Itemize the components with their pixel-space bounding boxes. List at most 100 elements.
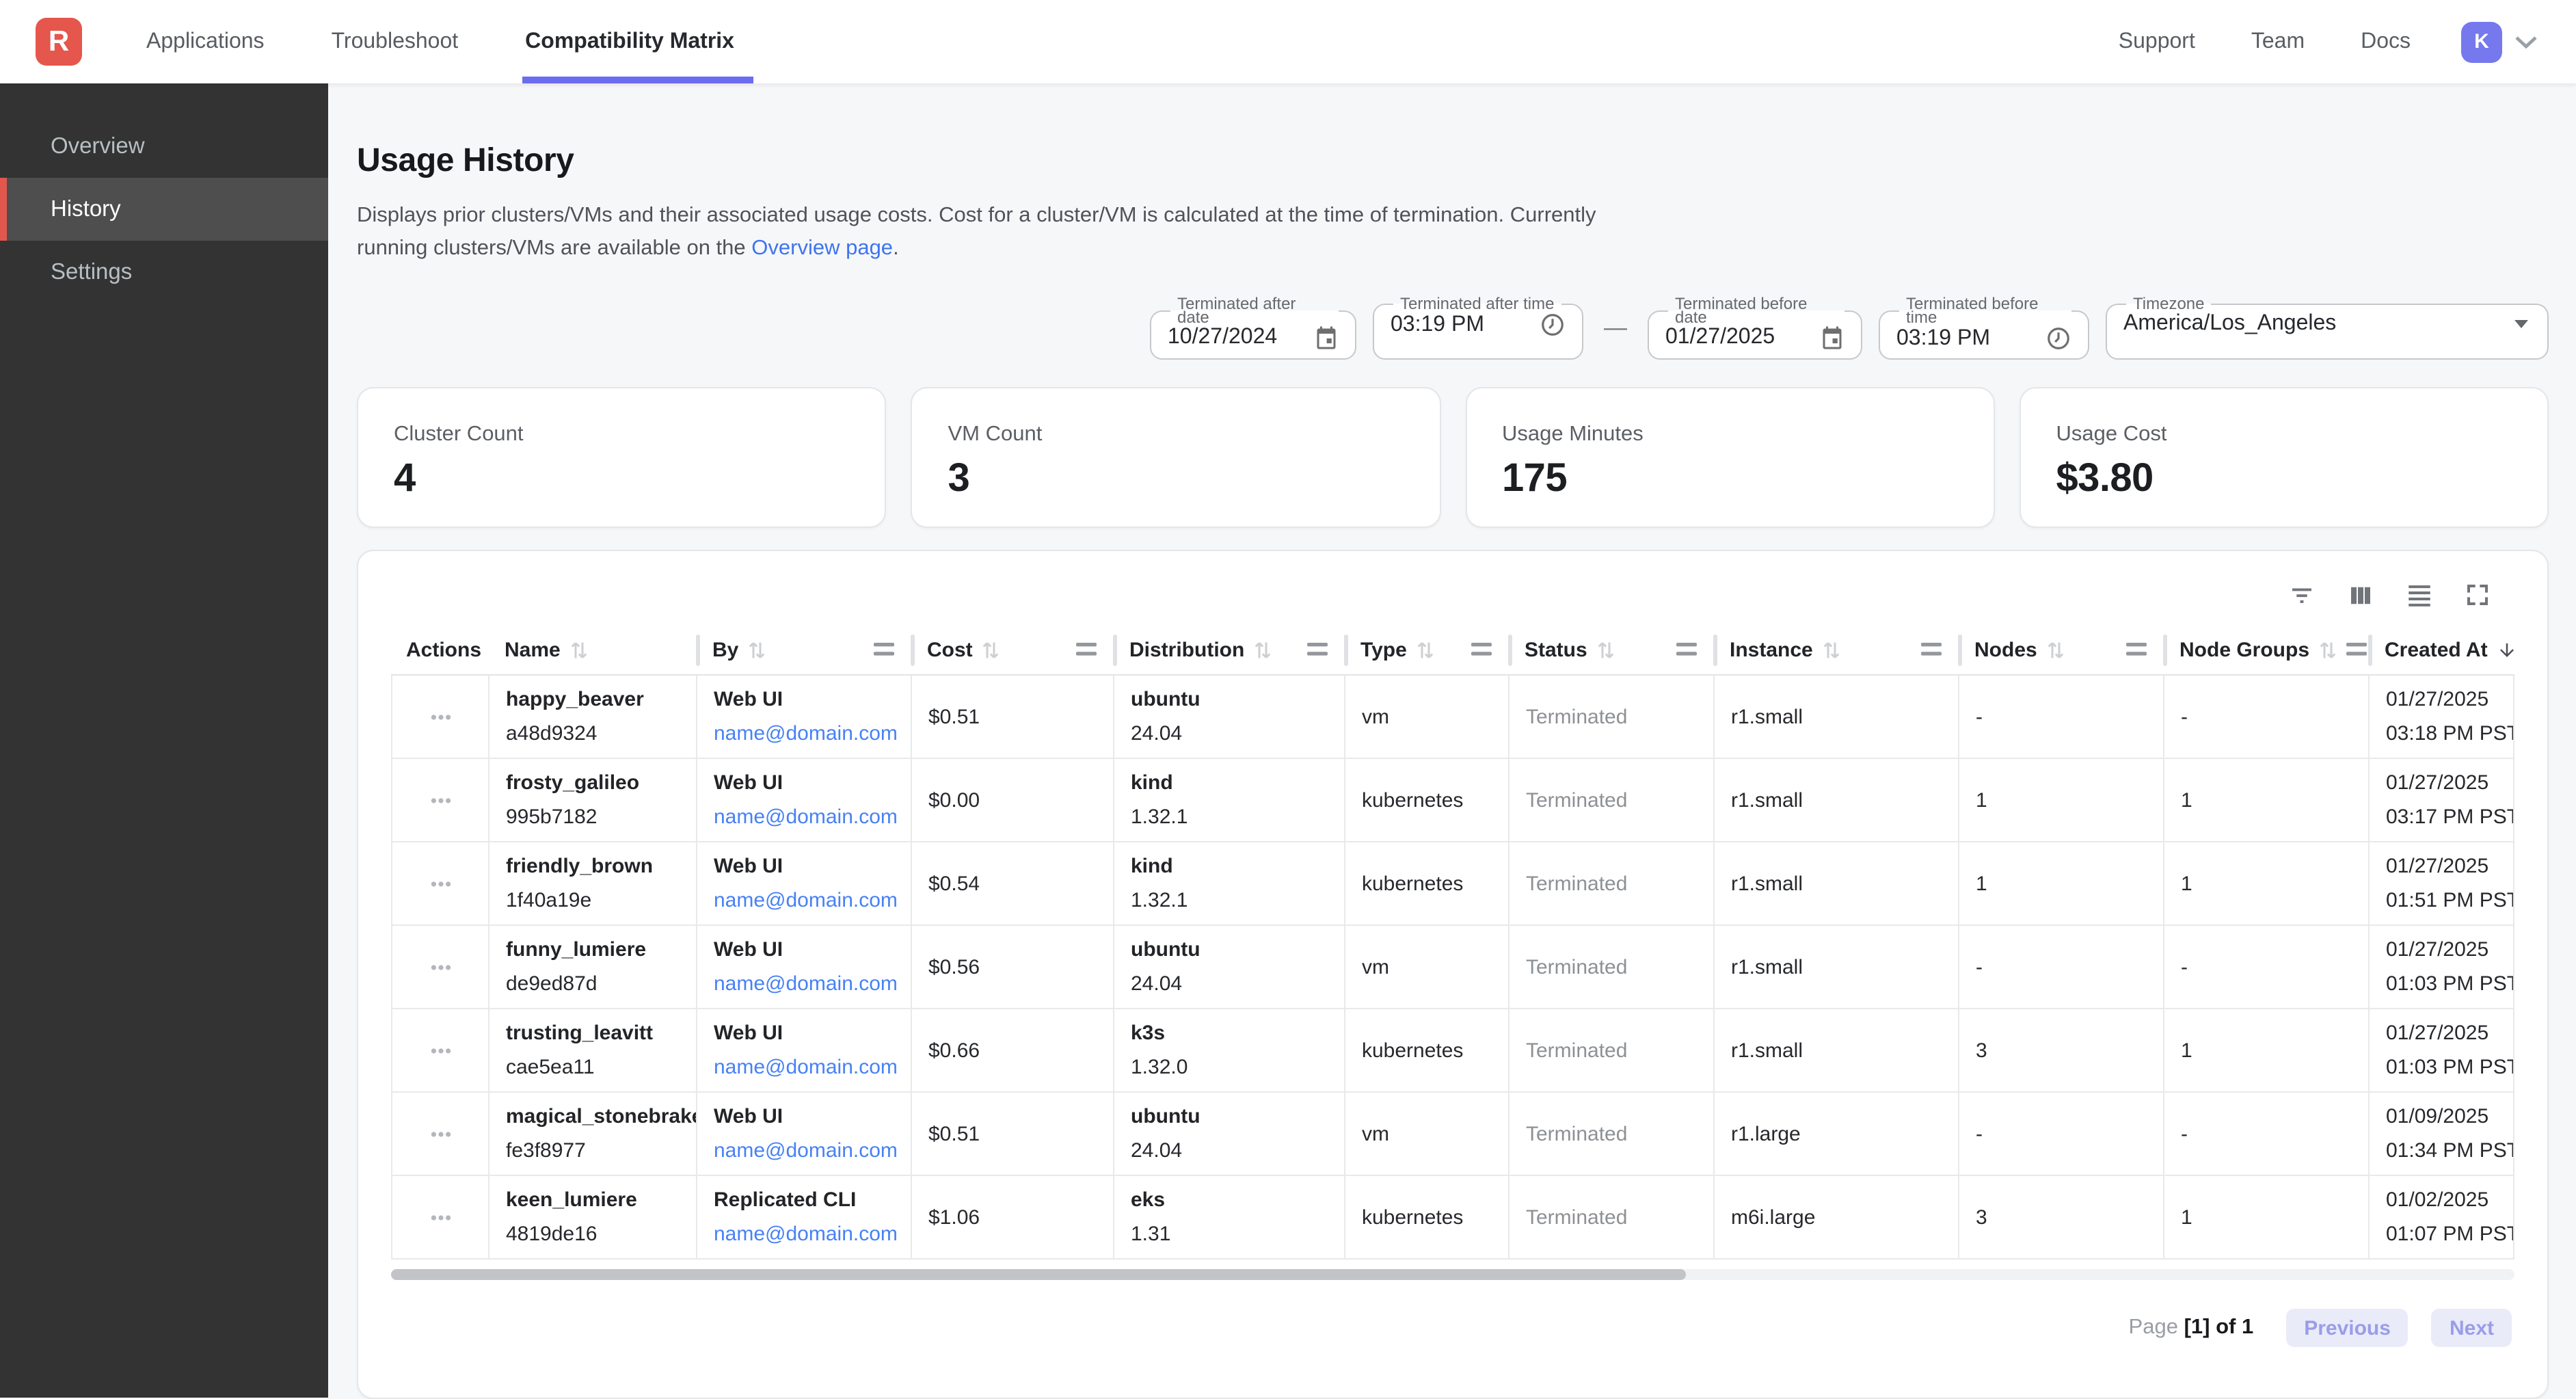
row-actions-button[interactable] — [425, 791, 456, 809]
user-menu[interactable]: K — [2461, 21, 2538, 62]
nav-link-docs[interactable]: Docs — [2361, 29, 2411, 54]
nav-link-team[interactable]: Team — [2251, 29, 2305, 54]
cell-by: Web UIname@domain.com — [697, 676, 912, 758]
column-header-name[interactable]: Name — [489, 625, 697, 674]
filter-label: Terminated before time — [1899, 297, 2071, 324]
column-menu-icon[interactable] — [1471, 643, 1492, 656]
row-actions-button[interactable] — [425, 1041, 456, 1059]
calendar-icon[interactable] — [1314, 325, 1339, 350]
row-actions-button[interactable] — [425, 708, 456, 725]
tab-troubleshoot[interactable]: Troubleshoot — [332, 0, 459, 83]
sidebar-item-overview[interactable]: Overview — [0, 115, 328, 178]
column-menu-icon[interactable] — [1676, 643, 1697, 656]
created-date: 01/27/2025 — [2386, 688, 2497, 711]
density-icon[interactable] — [2405, 580, 2434, 610]
instance-value: r1.small — [1731, 788, 1942, 812]
horizontal-scrollbar[interactable] — [391, 1269, 2514, 1280]
scrollbar-thumb[interactable] — [391, 1269, 1687, 1280]
column-menu-icon[interactable] — [874, 643, 894, 656]
clock-icon[interactable] — [2045, 325, 2071, 351]
avatar[interactable]: K — [2461, 21, 2502, 62]
page-label: Page — [2129, 1316, 2178, 1339]
filter-value[interactable]: 01/27/2025 — [1665, 325, 1775, 350]
filter-terminated-before-time[interactable]: Terminated before time03:19 PM — [1879, 297, 2089, 360]
row-actions-button[interactable] — [425, 1125, 456, 1143]
by-email-link[interactable]: name@domain.com — [714, 1223, 894, 1246]
sort-icon[interactable] — [1417, 639, 1434, 660]
app-logo-icon[interactable]: R — [36, 18, 82, 66]
cell-nodes: 3 — [1959, 1009, 2164, 1091]
column-header-distribution[interactable]: Distribution — [1114, 625, 1345, 674]
by-email-link[interactable]: name@domain.com — [714, 972, 894, 996]
column-header-status[interactable]: Status — [1510, 625, 1715, 674]
sort-icon[interactable] — [2047, 639, 2065, 660]
by-email-link[interactable]: name@domain.com — [714, 889, 894, 912]
sort-icon[interactable] — [748, 639, 766, 660]
sort-icon[interactable] — [1597, 639, 1615, 660]
column-menu-icon[interactable] — [1076, 643, 1097, 656]
cost-value: $0.66 — [928, 1039, 1097, 1062]
by-email-link[interactable]: name@domain.com — [714, 805, 894, 829]
dropdown-arrow-icon[interactable] — [2514, 320, 2531, 328]
filter-icon[interactable] — [2287, 580, 2316, 610]
cell-node-groups: 1 — [2164, 842, 2370, 924]
column-menu-icon[interactable] — [1307, 643, 1328, 656]
column-header-node-groups[interactable]: Node Groups — [2164, 625, 2370, 674]
filter-label: Terminated after time — [1393, 297, 1561, 310]
tab-compatibility-matrix[interactable]: Compatibility Matrix — [525, 0, 734, 83]
column-header-by[interactable]: By — [697, 625, 912, 674]
column-menu-icon[interactable] — [1921, 643, 1942, 656]
column-header-created-at[interactable]: Created At — [2370, 625, 2514, 674]
by-email-link[interactable]: name@domain.com — [714, 1056, 894, 1079]
clock-icon[interactable] — [1540, 312, 1566, 338]
distribution-version: 24.04 — [1131, 722, 1328, 745]
overview-page-link[interactable]: Overview page — [751, 237, 893, 260]
column-header-cost[interactable]: Cost — [912, 625, 1114, 674]
page-title: Usage History — [357, 142, 2549, 181]
sort-icon[interactable] — [982, 639, 1000, 660]
filter-terminated-after-time[interactable]: Terminated after time 03:19 PM — [1373, 297, 1583, 360]
filter-terminated-after-date[interactable]: Terminated after date10/27/2024 — [1150, 297, 1356, 360]
by-email-link[interactable]: name@domain.com — [714, 1139, 894, 1162]
distribution-version: 1.32.1 — [1131, 889, 1328, 912]
column-label: Nodes — [1974, 638, 2037, 661]
row-actions-button[interactable] — [425, 958, 456, 976]
tab-applications[interactable]: Applications — [146, 0, 265, 83]
sort-icon[interactable] — [2319, 639, 2337, 660]
sort-icon[interactable] — [1254, 639, 1272, 660]
sort-icon[interactable] — [570, 639, 588, 660]
row-actions-button[interactable] — [425, 1208, 456, 1226]
cell-type: kubernetes — [1345, 842, 1510, 924]
column-header-instance[interactable]: Instance — [1715, 625, 1959, 674]
next-button[interactable]: Next — [2432, 1309, 2512, 1347]
distribution-name: kind — [1131, 771, 1328, 795]
filter-value[interactable]: 10/27/2024 — [1168, 325, 1277, 350]
column-header-nodes[interactable]: Nodes — [1959, 625, 2164, 674]
column-header-type[interactable]: Type — [1345, 625, 1510, 674]
filter-timezone[interactable]: TimezoneAmerica/Los_Angeles — [2106, 297, 2549, 360]
filter-value[interactable]: 03:19 PM — [1896, 326, 1990, 351]
row-actions-button[interactable] — [425, 875, 456, 892]
columns-icon[interactable] — [2346, 580, 2375, 610]
cell-instance: r1.small — [1715, 759, 1959, 841]
nav-link-support[interactable]: Support — [2119, 29, 2195, 54]
column-label: Instance — [1730, 638, 1813, 661]
sidebar-item-history[interactable]: History — [0, 178, 328, 241]
cell-node-groups: - — [2164, 926, 2370, 1008]
sidebar-item-settings[interactable]: Settings — [0, 241, 328, 304]
chevron-down-icon[interactable] — [2514, 35, 2538, 49]
previous-button[interactable]: Previous — [2286, 1309, 2409, 1347]
filter-value[interactable]: 03:19 PM — [1391, 312, 1484, 337]
main-content: Usage History Displays prior clusters/VM… — [328, 142, 2576, 1399]
sort-icon[interactable] — [1823, 639, 1840, 660]
fullscreen-icon[interactable] — [2464, 580, 2491, 610]
column-label: Cost — [927, 638, 973, 661]
by-email-link[interactable]: name@domain.com — [714, 722, 894, 745]
filter-value[interactable]: America/Los_Angeles — [2123, 312, 2336, 336]
column-menu-icon[interactable] — [2346, 643, 2367, 656]
nodes-value: - — [1976, 705, 2147, 728]
column-menu-icon[interactable] — [2126, 643, 2147, 656]
sort-desc-icon[interactable] — [2497, 639, 2518, 660]
calendar-icon[interactable] — [1820, 325, 1844, 350]
filter-terminated-before-date[interactable]: Terminated before date01/27/2025 — [1648, 297, 1862, 360]
